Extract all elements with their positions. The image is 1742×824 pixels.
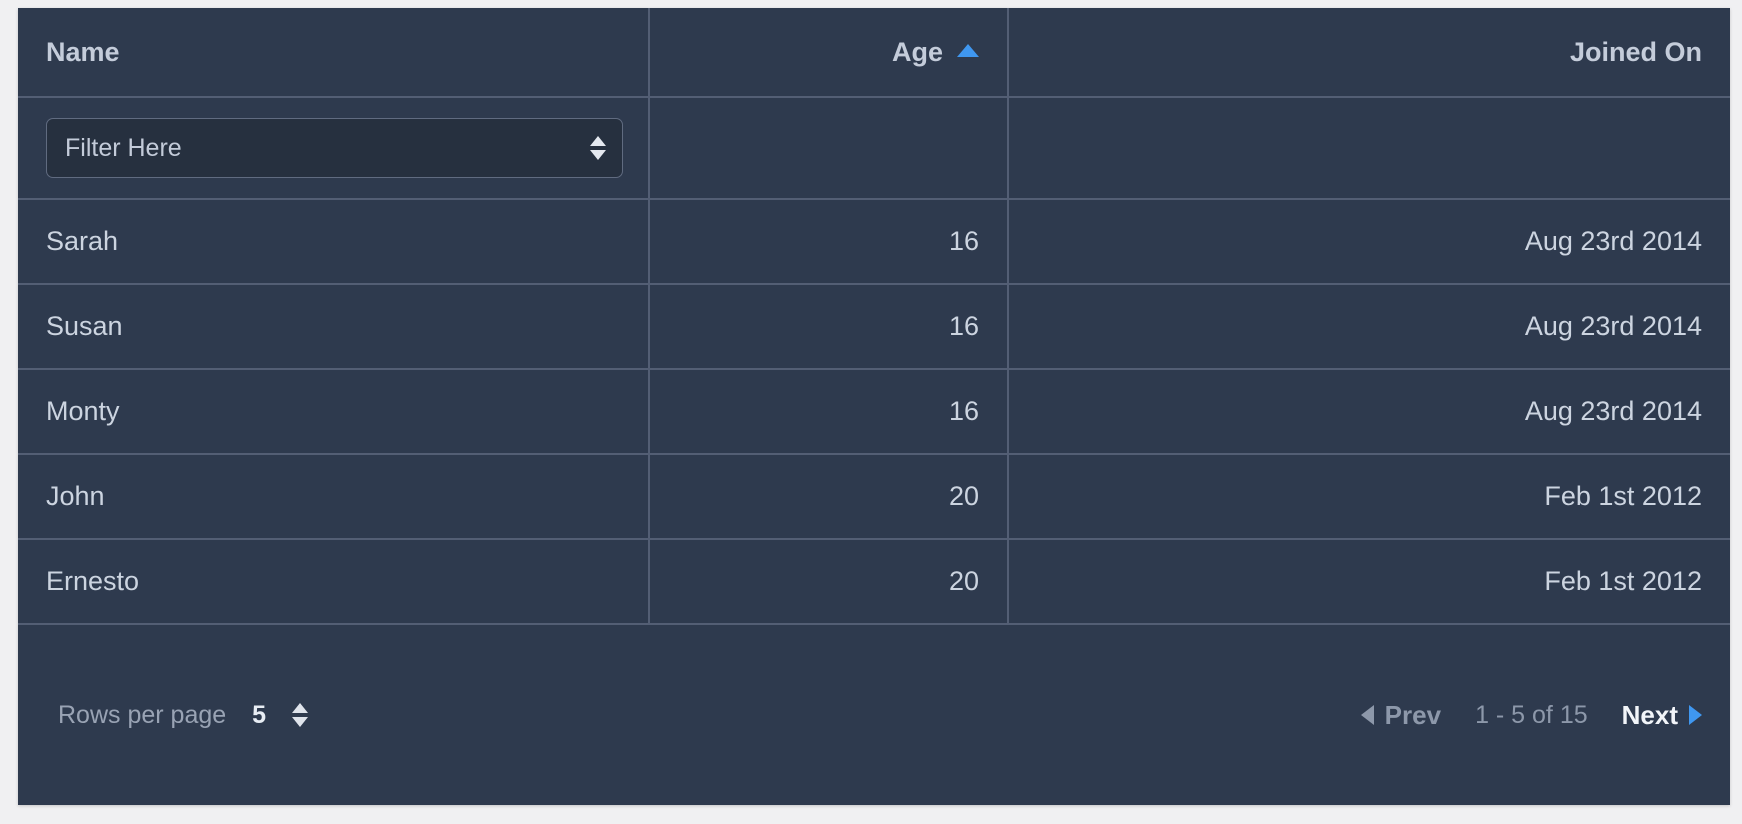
stepper-down-icon — [292, 717, 308, 727]
cell-joined-on: Aug 23rd 2014 — [1008, 199, 1730, 284]
table-row[interactable]: Ernesto 20 Feb 1st 2012 — [18, 539, 1730, 624]
sort-ascending-icon — [957, 44, 979, 57]
column-header-name-inner: Name — [46, 37, 120, 68]
column-header-name-label: Name — [46, 37, 120, 68]
cell-name: John — [18, 454, 649, 539]
data-table-container: Name Age Joined On — [18, 8, 1730, 805]
column-header-age[interactable]: Age — [649, 8, 1008, 97]
cell-age: 16 — [649, 199, 1008, 284]
cell-age: 20 — [649, 539, 1008, 624]
filter-cell-name: Filter Here — [18, 97, 649, 199]
cell-joined-on: Aug 23rd 2014 — [1008, 284, 1730, 369]
pagination-range: 1 - 5 of 15 — [1475, 701, 1588, 730]
cell-age: 16 — [649, 369, 1008, 454]
stepper-up-icon — [590, 136, 606, 146]
cell-joined-on: Aug 23rd 2014 — [1008, 369, 1730, 454]
table-filter-row: Filter Here — [18, 97, 1730, 199]
rows-per-page-group: Rows per page 5 — [58, 701, 308, 730]
triangle-left-icon — [1361, 705, 1374, 725]
table-footer: Rows per page 5 Prev 1 - 5 of 15 Next — [18, 625, 1730, 805]
cell-name: Sarah — [18, 199, 649, 284]
column-header-joined-on[interactable]: Joined On — [1008, 8, 1730, 97]
name-filter-select[interactable]: Filter Here — [46, 118, 623, 178]
pagination-group: Prev 1 - 5 of 15 Next — [1361, 700, 1702, 731]
data-table: Name Age Joined On — [18, 8, 1730, 625]
column-header-joined-on-label: Joined On — [1570, 37, 1702, 68]
rows-per-page-stepper[interactable] — [292, 703, 308, 727]
table-header-row: Name Age Joined On — [18, 8, 1730, 97]
table-header: Name Age Joined On — [18, 8, 1730, 97]
column-header-age-inner: Age — [892, 37, 979, 68]
cell-name: Ernesto — [18, 539, 649, 624]
next-page-button[interactable]: Next — [1622, 700, 1702, 731]
column-header-joined-on-inner: Joined On — [1570, 37, 1702, 68]
filter-cell-joined-on — [1008, 97, 1730, 199]
rows-per-page-value: 5 — [252, 701, 266, 730]
cell-name: Susan — [18, 284, 649, 369]
rows-per-page-label: Rows per page — [58, 701, 226, 730]
table-row[interactable]: Monty 16 Aug 23rd 2014 — [18, 369, 1730, 454]
filter-cell-age — [649, 97, 1008, 199]
stepper-up-down-icon[interactable] — [590, 136, 606, 160]
name-filter-select-value: Filter Here — [65, 134, 182, 163]
prev-page-button[interactable]: Prev — [1361, 700, 1441, 731]
cell-age: 20 — [649, 454, 1008, 539]
triangle-right-icon — [1689, 705, 1702, 725]
stepper-up-icon — [292, 703, 308, 713]
column-header-age-label: Age — [892, 37, 943, 68]
column-header-name[interactable]: Name — [18, 8, 649, 97]
stepper-down-icon — [590, 150, 606, 160]
table-row[interactable]: Sarah 16 Aug 23rd 2014 — [18, 199, 1730, 284]
next-page-label: Next — [1622, 700, 1678, 731]
prev-page-label: Prev — [1385, 700, 1441, 731]
table-row[interactable]: Susan 16 Aug 23rd 2014 — [18, 284, 1730, 369]
cell-name: Monty — [18, 369, 649, 454]
table-body: Filter Here Sarah 16 Aug 23rd 2014 Susan — [18, 97, 1730, 624]
cell-age: 16 — [649, 284, 1008, 369]
cell-joined-on: Feb 1st 2012 — [1008, 539, 1730, 624]
table-row[interactable]: John 20 Feb 1st 2012 — [18, 454, 1730, 539]
cell-joined-on: Feb 1st 2012 — [1008, 454, 1730, 539]
